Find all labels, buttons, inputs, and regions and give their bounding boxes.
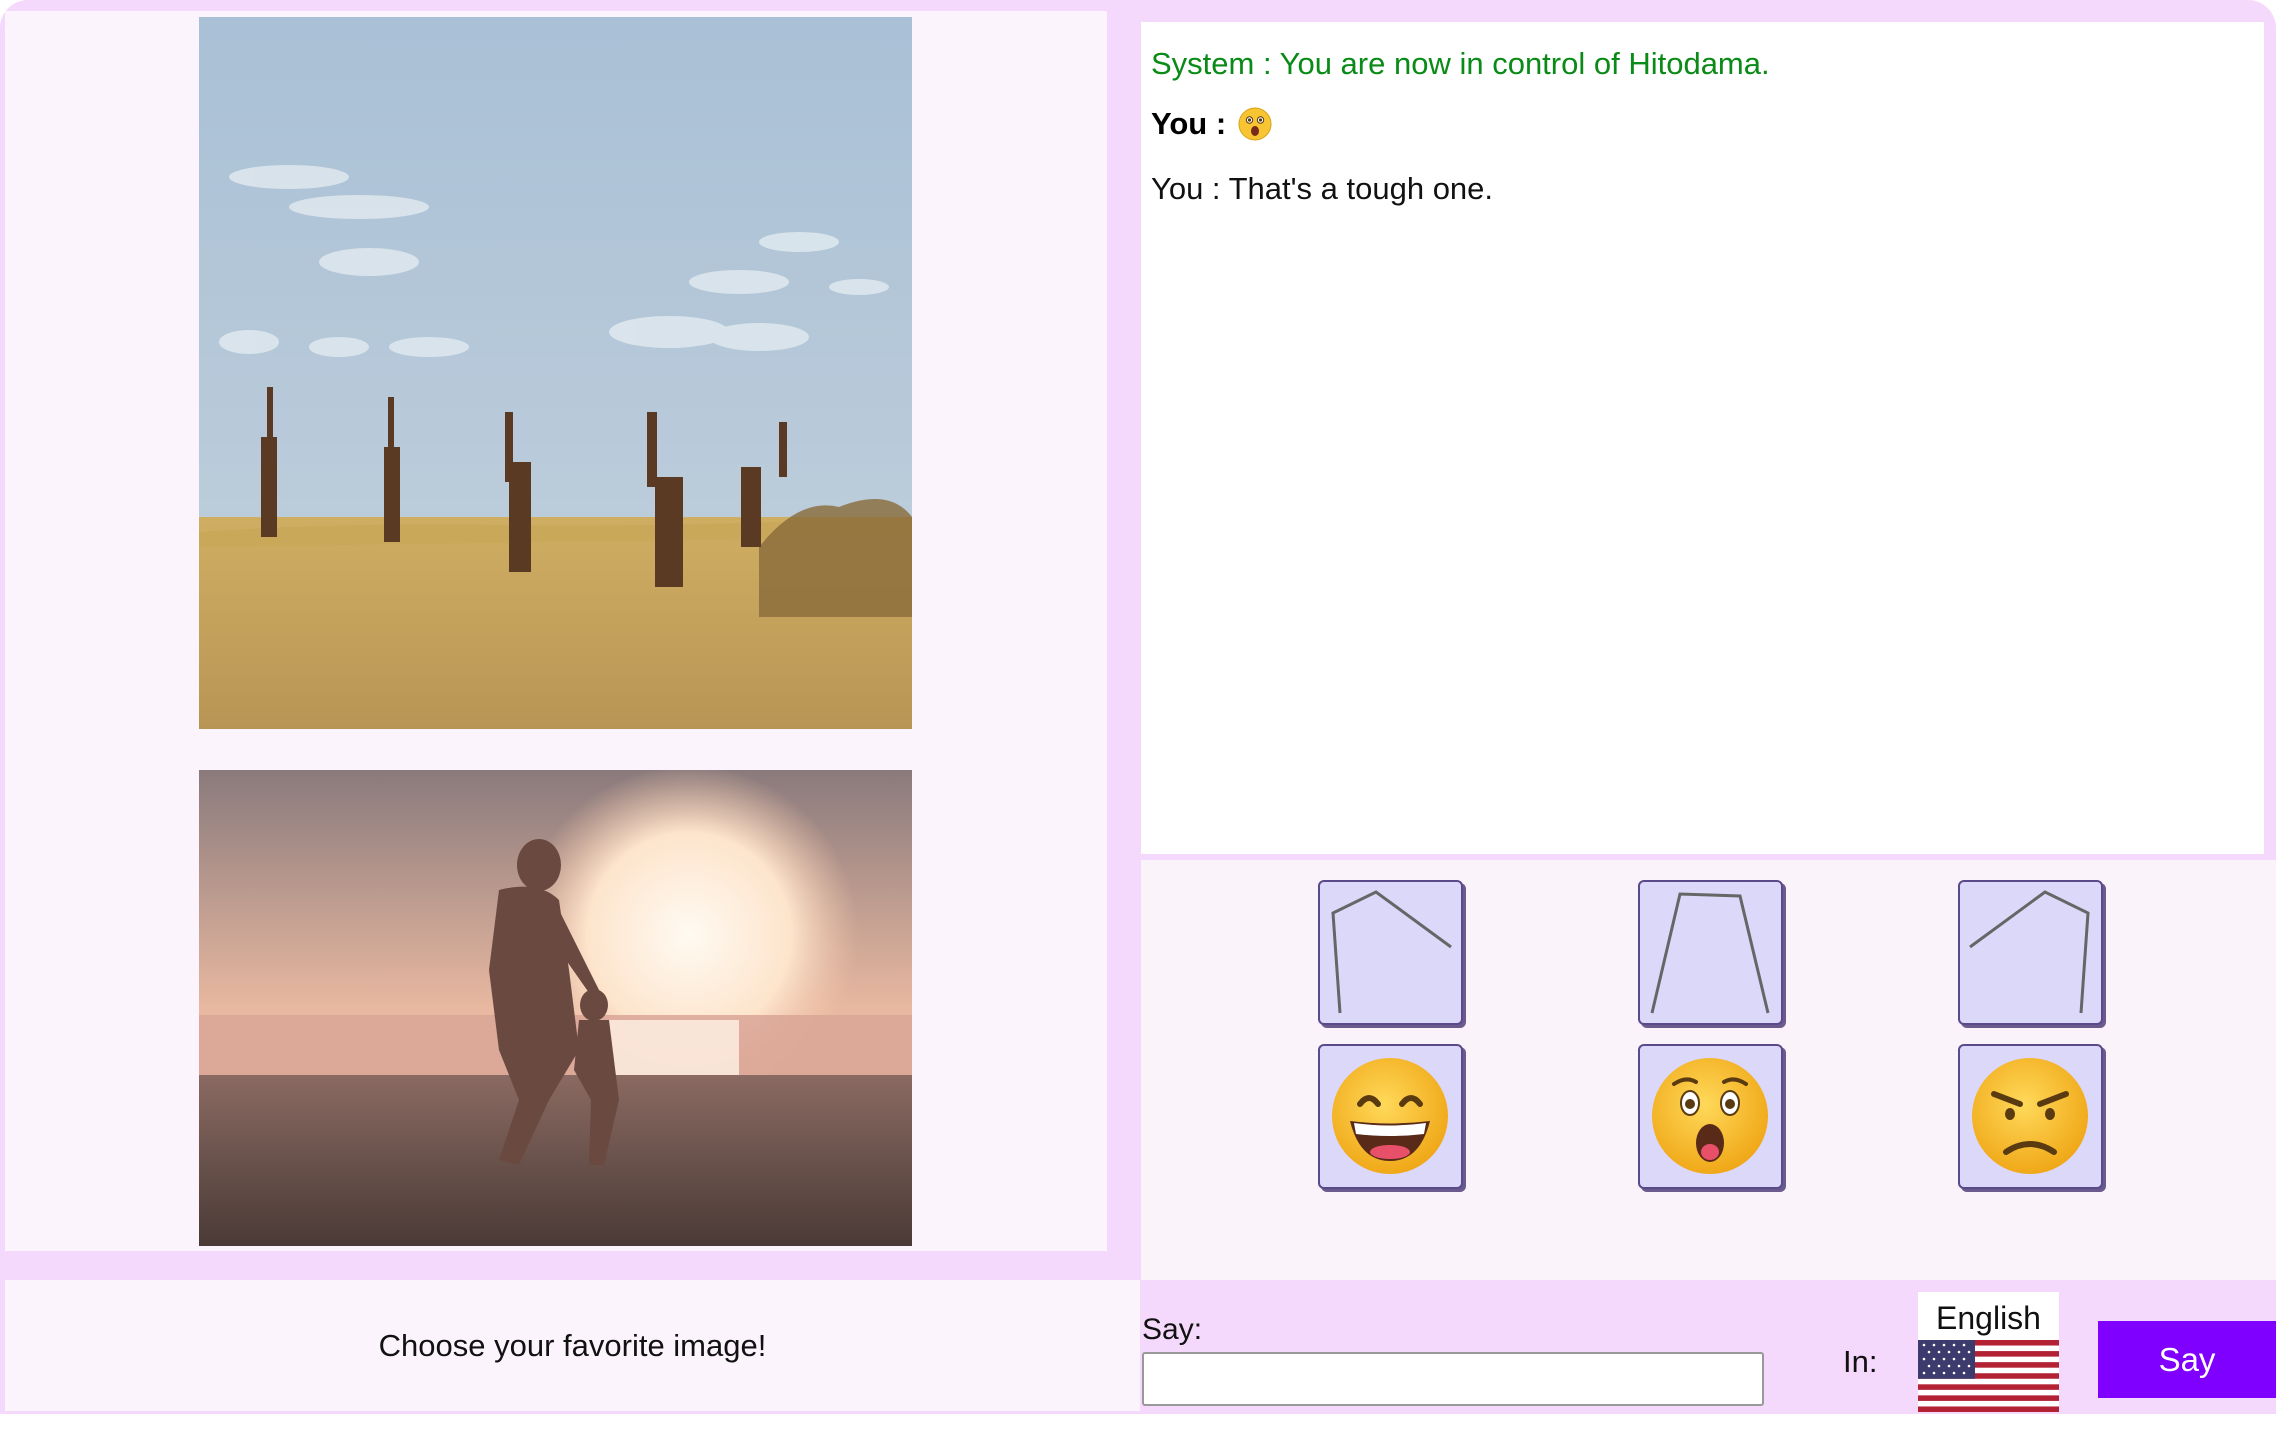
astonished-face-icon xyxy=(1238,107,1272,141)
image-option-giraffes[interactable] xyxy=(199,17,912,729)
beach-sunset-photo xyxy=(199,770,912,1246)
angry-face-button[interactable] xyxy=(1958,1044,2103,1189)
language-label: In: xyxy=(1843,1344,1878,1379)
giraffes-photo xyxy=(199,17,912,729)
mouth-shape-2-button[interactable] xyxy=(1638,880,1783,1025)
grinning-face-button[interactable] xyxy=(1318,1044,1463,1189)
language-selector[interactable]: English xyxy=(1918,1292,2059,1412)
user-emoji-message: You : xyxy=(1151,106,1272,142)
user-text-message: You : That's a tough one. xyxy=(1151,171,1494,206)
astonished-face-icon xyxy=(1652,1058,1768,1174)
say-input[interactable] xyxy=(1142,1352,1764,1406)
mouth-shape-2-icon xyxy=(1650,892,1770,1014)
expression-panel xyxy=(1141,860,2276,1280)
angry-face-icon xyxy=(1972,1058,2088,1174)
image-option-beach[interactable] xyxy=(199,770,912,1246)
grinning-face-icon xyxy=(1332,1058,1448,1174)
image-panel xyxy=(5,11,1107,1251)
mouth-shape-1-icon xyxy=(1331,890,1452,1014)
language-name: English xyxy=(1936,1300,2041,1336)
say-label: Say: xyxy=(1142,1313,1203,1346)
astonished-face-button[interactable] xyxy=(1638,1044,1783,1189)
instruction-panel: Choose your favorite image! xyxy=(5,1280,1140,1411)
us-flag-icon xyxy=(1918,1340,2059,1412)
message-sender: You : xyxy=(1151,106,1227,141)
instruction-text: Choose your favorite image! xyxy=(378,1327,767,1363)
chat-log: System : You are now in control of Hitod… xyxy=(1141,22,2264,854)
mouth-shape-3-icon xyxy=(1969,890,2090,1014)
system-message: System : You are now in control of Hitod… xyxy=(1151,46,1770,81)
mouth-shape-1-button[interactable] xyxy=(1318,880,1463,1025)
mouth-shape-3-button[interactable] xyxy=(1958,880,2103,1025)
say-button[interactable]: Say xyxy=(2098,1321,2276,1398)
